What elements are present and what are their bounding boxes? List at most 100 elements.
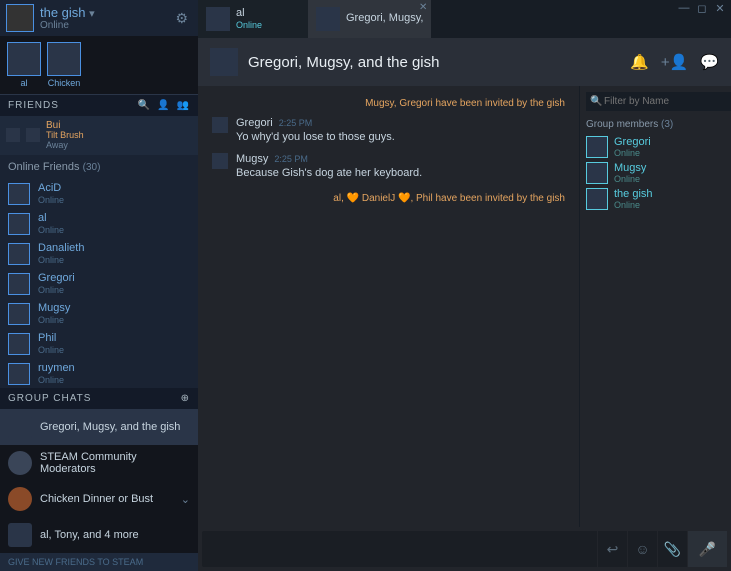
close-icon[interactable]: ✕	[713, 2, 727, 15]
group-chat-name: Chicken Dinner or Bust	[40, 493, 153, 505]
attachment-icon[interactable]: 📎	[657, 531, 687, 567]
member-avatar	[586, 136, 608, 158]
recent-friend[interactable]: Bui Tilt Brush Away	[0, 116, 198, 155]
chat-tab[interactable]: Gregori, Mugsy, ✕	[308, 0, 431, 38]
friends-section-header: FRIENDS 🔍 👤 👥	[0, 95, 198, 116]
friend-name: ruymen	[38, 362, 75, 375]
favorite-friend[interactable]: al	[6, 42, 42, 88]
bottom-hint[interactable]: GIVE NEW FRIENDS TO STEAM	[0, 553, 198, 571]
message-input[interactable]	[202, 531, 597, 567]
group-chat-item[interactable]: al, Tony, and 4 more	[0, 517, 198, 553]
favorite-name: al	[20, 78, 27, 88]
friend-avatar	[8, 183, 30, 205]
message-author[interactable]: Mugsy	[236, 153, 268, 165]
members-title: Group members (3)	[586, 117, 725, 134]
search-icon: 🔍	[590, 96, 602, 107]
minimize-icon[interactable]: —	[677, 2, 691, 15]
tab-status: Online	[236, 20, 262, 31]
friend-requests-icon[interactable]: 👥	[177, 100, 190, 111]
chevron-down-icon[interactable]: ▾	[89, 8, 95, 20]
submit-icon[interactable]: ↩	[597, 531, 627, 567]
group-chats-section: GROUP CHATS ⊕ Gregori, Mugsy, and the gi…	[0, 388, 198, 553]
member-status: Online	[614, 148, 651, 158]
friend-item[interactable]: GregoriOnline	[0, 269, 198, 299]
group-chat-name: Gregori, Mugsy, and the gish	[40, 421, 180, 433]
tab-avatar	[206, 7, 230, 31]
system-message: al, 🧡 DanielJ 🧡, Phil have been invited …	[212, 189, 565, 212]
members-panel: 🔍 » Group members (3) GregoriOnline Mugs…	[579, 86, 731, 527]
group-chat-item[interactable]: STEAM Community Moderators	[0, 445, 198, 481]
online-friends-label[interactable]: Online Friends (30)	[0, 155, 198, 179]
member-avatar	[586, 188, 608, 210]
friends-sidebar: the gish ▾ Online ⚙ al Chicken FRIENDS 🔍…	[0, 0, 198, 571]
tab-close-icon[interactable]: ✕	[419, 2, 427, 13]
friend-item[interactable]: alOnline	[0, 209, 198, 239]
microphone-icon[interactable]: 🎤	[687, 531, 727, 567]
profile-status: Online	[40, 20, 171, 31]
add-friend-icon[interactable]: 👤	[157, 100, 170, 111]
own-avatar[interactable]	[6, 4, 34, 32]
friend-avatar	[8, 213, 30, 235]
friend-avatar	[8, 303, 30, 325]
member-avatar	[586, 162, 608, 184]
friend-name: Phil	[38, 332, 64, 345]
friend-item[interactable]: AciDOnline	[0, 179, 198, 209]
friend-status: Online	[38, 285, 75, 296]
friend-avatar	[8, 363, 30, 385]
favorite-friend[interactable]: Chicken	[46, 42, 82, 88]
recent-sub: Away	[46, 141, 84, 151]
member-item[interactable]: GregoriOnline	[586, 134, 725, 160]
group-chat-name: al, Tony, and 4 more	[40, 529, 139, 541]
member-name: the gish	[614, 188, 653, 200]
friend-item[interactable]: PhilOnline	[0, 329, 198, 359]
group-chat-item[interactable]: Gregori, Mugsy, and the gish	[0, 409, 198, 445]
main-panel: — ◻ ✕ alOnline Gregori, Mugsy, ✕ Gregori…	[198, 0, 731, 571]
chat-tab[interactable]: alOnline	[198, 0, 308, 38]
friend-status: Online	[38, 345, 64, 356]
friend-item[interactable]: MugsyOnline	[0, 299, 198, 329]
chevron-icon[interactable]: ⌄	[181, 493, 190, 506]
group-chat-name: STEAM Community Moderators	[40, 451, 190, 475]
friend-avatar	[8, 273, 30, 295]
friend-item[interactable]: DanaliethOnline	[0, 239, 198, 269]
group-chat-item[interactable]: Chicken Dinner or Bust ⌄	[0, 481, 198, 517]
chat-header-avatar	[210, 48, 238, 76]
create-group-icon[interactable]: ⊕	[181, 393, 190, 404]
filter-input[interactable]	[586, 92, 731, 111]
chat-tabs: alOnline Gregori, Mugsy, ✕	[198, 0, 731, 38]
chat-header: Gregori, Mugsy, and the gish 🔔 +👤 💬	[198, 38, 731, 86]
member-name: Gregori	[614, 136, 651, 148]
favorite-avatar	[47, 42, 81, 76]
favorite-name: Chicken	[48, 78, 81, 88]
voice-chat-icon[interactable]: 💬	[700, 53, 719, 71]
group-avatar	[8, 451, 32, 475]
group-avatar	[8, 415, 32, 439]
tab-name: Gregori, Mugsy,	[346, 12, 423, 25]
notifications-icon[interactable]: 🔔	[630, 53, 649, 71]
group-chats-header: GROUP CHATS ⊕	[0, 388, 198, 409]
profile-name: the gish	[40, 5, 86, 20]
profile-info[interactable]: the gish ▾ Online	[40, 5, 171, 31]
friend-status: Online	[38, 375, 75, 386]
emoji-icon[interactable]: ☺	[627, 531, 657, 567]
recent-avatar	[26, 128, 40, 142]
member-item[interactable]: MugsyOnline	[586, 160, 725, 186]
favorite-avatar	[7, 42, 41, 76]
friend-item[interactable]: ruymenOnline	[0, 359, 198, 388]
message: Gregori2:25 PM Yo why'd you lose to thos…	[212, 117, 565, 143]
message-avatar[interactable]	[212, 117, 228, 133]
message-text: Because Gish's dog ate her keyboard.	[236, 167, 565, 179]
message-text: Yo why'd you lose to those guys.	[236, 131, 565, 143]
group-avatar	[8, 523, 32, 547]
friend-name: Gregori	[38, 272, 75, 285]
search-icon[interactable]: 🔍	[138, 100, 151, 111]
message-avatar[interactable]	[212, 153, 228, 169]
message-author[interactable]: Gregori	[236, 117, 273, 129]
invite-icon[interactable]: +👤	[661, 53, 688, 71]
gear-icon[interactable]: ⚙	[171, 6, 192, 31]
maximize-icon[interactable]: ◻	[695, 2, 709, 15]
member-status: Online	[614, 174, 646, 184]
message-input-bar: ↩ ☺ 📎 🎤	[202, 531, 727, 567]
tab-name: al	[236, 7, 262, 20]
member-item[interactable]: the gishOnline	[586, 186, 725, 212]
